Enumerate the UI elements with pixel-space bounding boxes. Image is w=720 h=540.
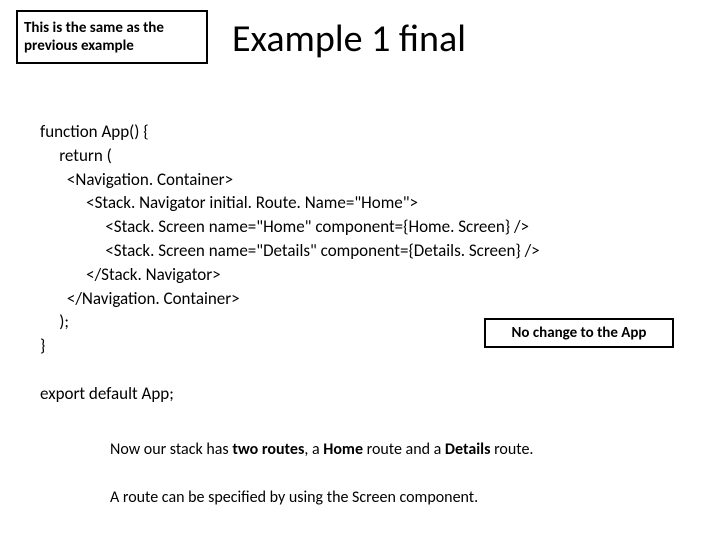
code-line: ); — [40, 311, 69, 332]
code-line: </Navigation. Container> — [40, 288, 240, 309]
text: route. — [490, 440, 533, 459]
bold-text: Home — [323, 440, 363, 459]
code-block: function App() { return ( <Navigation. C… — [40, 120, 690, 406]
code-line: } — [40, 335, 45, 356]
bold-text: Details — [445, 440, 491, 459]
code-line: <Navigation. Container> — [40, 169, 233, 190]
code-line: <Stack. Screen name="Home" component={Ho… — [40, 216, 529, 237]
page-title: Example 1 final — [232, 16, 466, 62]
code-line: return ( — [40, 145, 112, 166]
header-note-box: This is the same as the previous example — [16, 10, 208, 64]
code-line: <Stack. Navigator initial. Route. Name="… — [40, 192, 418, 213]
paragraph-routes: Now our stack has two routes, a Home rou… — [110, 440, 680, 459]
code-line: <Stack. Screen name="Details" component=… — [40, 240, 540, 261]
code-line: function App() { — [40, 121, 149, 142]
callout-text: No change to the App — [512, 324, 647, 342]
header-note-text: This is the same as the previous example — [24, 19, 200, 55]
text: Now our stack has — [110, 440, 232, 459]
bold-text: two routes — [232, 440, 304, 459]
text: route and a — [363, 440, 445, 459]
code-line: </Stack. Navigator> — [40, 264, 221, 285]
paragraph-screen: A route can be specified by using the Sc… — [110, 488, 680, 507]
callout-box: No change to the App — [484, 318, 674, 348]
code-line: export default App; — [40, 383, 174, 404]
text: , a — [304, 440, 323, 459]
